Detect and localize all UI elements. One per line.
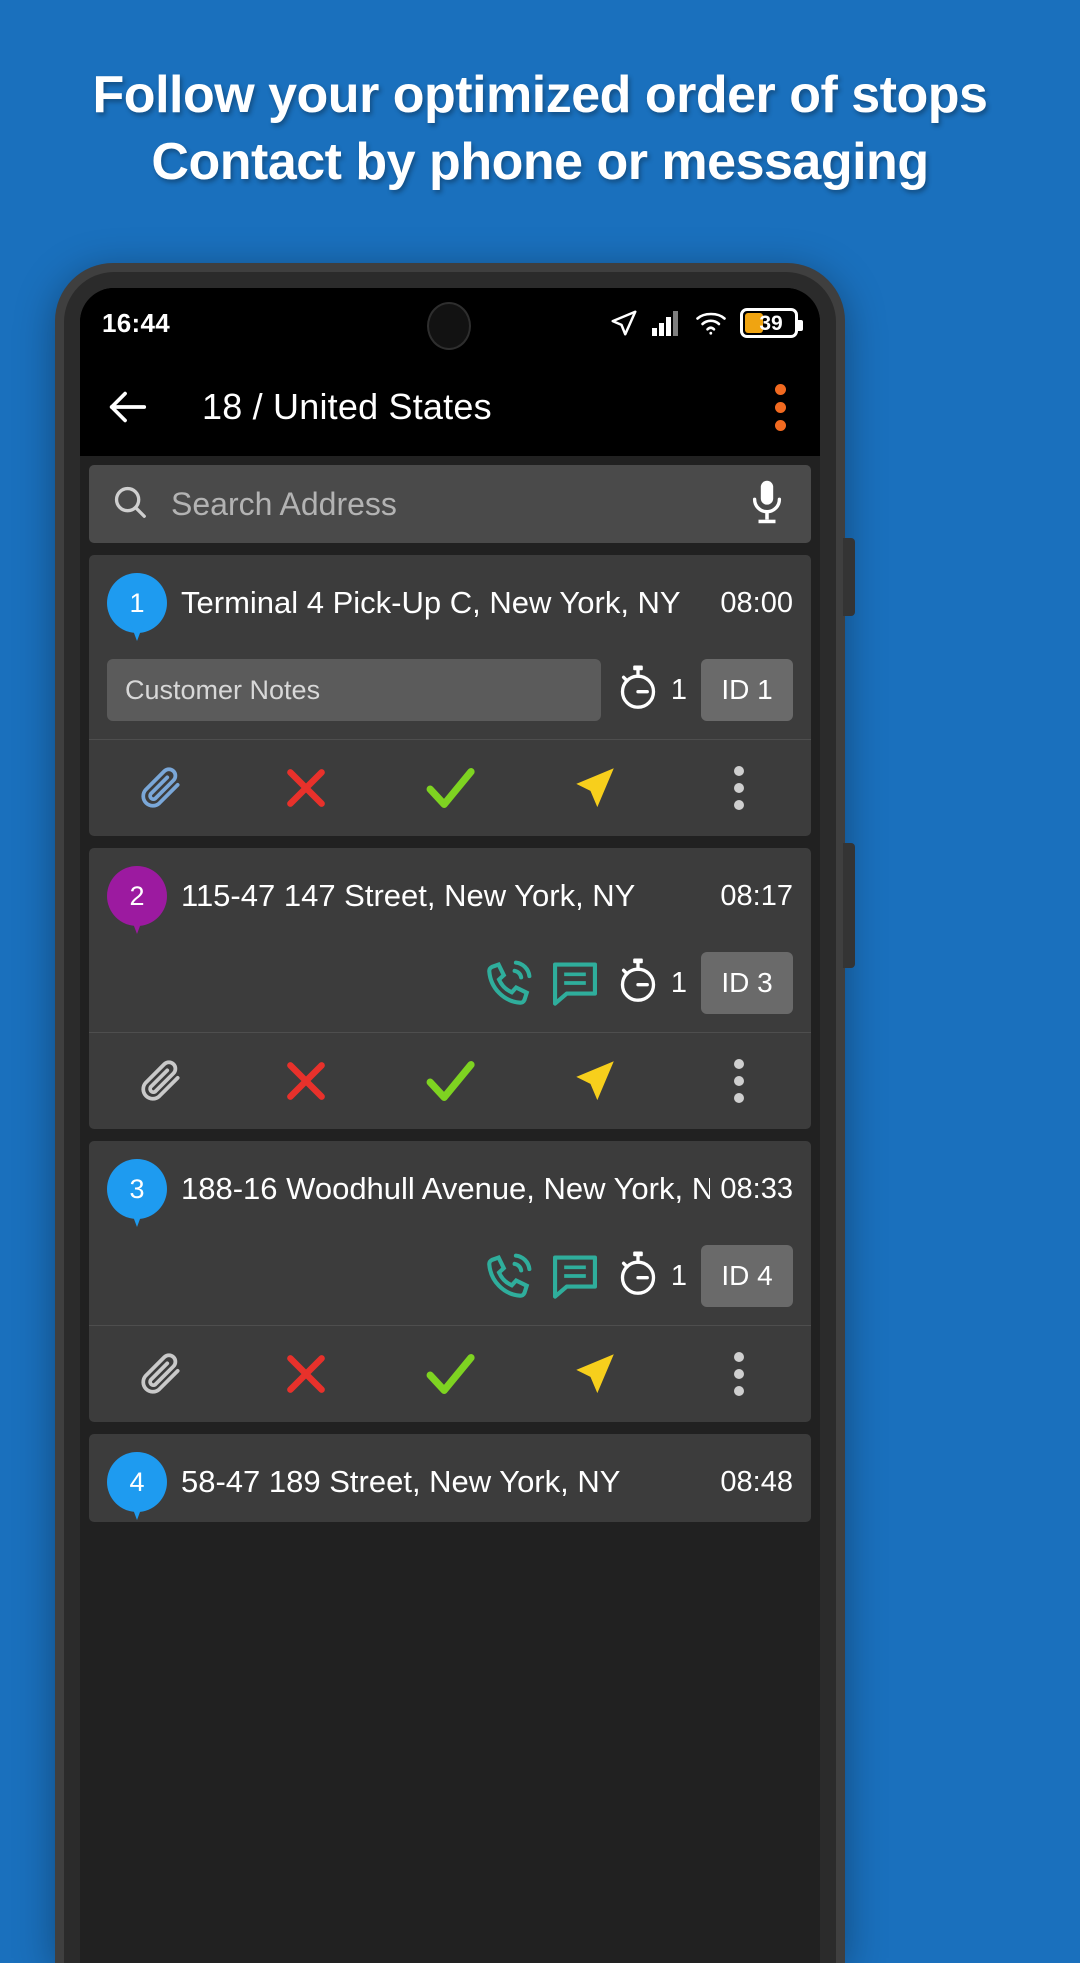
promo-headline-line-1: Follow your optimized order of stops	[92, 66, 988, 124]
microphone-icon[interactable]	[745, 479, 789, 530]
stop-header: 4 58-47 189 Street, New York, NY 08:48	[107, 1434, 793, 1522]
search-bar[interactable]: Search Address	[89, 465, 811, 543]
phone-power-button	[843, 538, 855, 616]
attachment-icon[interactable]	[89, 740, 233, 836]
app-bar: 18 / United States	[80, 358, 820, 456]
status-icons: 39	[609, 308, 803, 338]
stop-id-badge[interactable]: ID 4	[701, 1245, 793, 1307]
message-icon[interactable]	[549, 957, 601, 1009]
stop-eta: 08:17	[720, 880, 793, 912]
stop-card[interactable]: 3 188-16 Woodhull Avenue, New York, NY 0…	[89, 1141, 811, 1422]
reject-icon[interactable]	[233, 740, 377, 836]
stop-pin-icon: 4	[107, 1452, 167, 1520]
page-title: 18 / United States	[202, 386, 492, 427]
service-time-group[interactable]: 1	[615, 664, 687, 717]
promo-headline: Follow your optimized order of stops Con…	[0, 62, 1080, 195]
service-time-count: 1	[670, 1259, 687, 1292]
stop-card[interactable]: 2 115-47 147 Street, New York, NY 08:17	[89, 848, 811, 1129]
stop-actions	[89, 1032, 811, 1129]
more-options-icon[interactable]	[667, 1326, 811, 1422]
stop-actions	[89, 739, 811, 836]
stop-address: 188-16 Woodhull Avenue, New York, NY	[181, 1171, 711, 1206]
phone-screen: 16:44 39 18 / United States Search Addre…	[80, 288, 820, 1963]
stop-pin-icon: 1	[107, 573, 167, 641]
stops-screen: Search Address 1 Terminal 4 Pick-Up C, N…	[80, 456, 820, 1963]
stop-address: 115-47 147 Street, New York, NY	[181, 878, 636, 913]
stop-eta: 08:00	[720, 587, 793, 619]
overflow-menu-icon[interactable]	[765, 378, 796, 437]
more-options-icon[interactable]	[667, 1033, 811, 1129]
cellular-signal-icon	[652, 310, 682, 336]
stop-card[interactable]: 4 58-47 189 Street, New York, NY 08:48	[89, 1434, 811, 1522]
stop-meta-row: Customer Notes 1 ID 1	[107, 643, 793, 739]
battery-icon: 39	[740, 308, 803, 338]
search-input[interactable]: Search Address	[171, 486, 745, 523]
stop-address: Terminal 4 Pick-Up C, New York, NY	[181, 585, 681, 620]
stop-header: 1 Terminal 4 Pick-Up C, New York, NY 08:…	[107, 555, 793, 643]
confirm-icon[interactable]	[378, 1326, 522, 1422]
stop-header: 3 188-16 Woodhull Avenue, New York, NY 0…	[107, 1141, 793, 1229]
stop-header: 2 115-47 147 Street, New York, NY 08:17	[107, 848, 793, 936]
stop-address: 58-47 189 Street, New York, NY	[181, 1464, 621, 1499]
wifi-icon	[695, 310, 727, 336]
search-icon	[111, 483, 149, 526]
phone-icon[interactable]	[483, 957, 535, 1009]
stop-eta: 08:33	[720, 1173, 793, 1205]
service-time-count: 1	[670, 966, 687, 999]
phone-mockup: 16:44 39 18 / United States Search Addre…	[55, 263, 855, 1963]
timer-icon	[615, 957, 661, 1010]
customer-notes-input[interactable]: Customer Notes	[107, 659, 601, 721]
location-arrow-icon	[609, 308, 639, 338]
attachment-icon[interactable]	[89, 1033, 233, 1129]
status-time: 16:44	[102, 307, 170, 338]
service-time-group[interactable]: 1	[615, 957, 687, 1010]
navigate-icon[interactable]	[522, 1033, 666, 1129]
navigate-icon[interactable]	[522, 740, 666, 836]
promo-headline-line-2: Contact by phone or messaging	[151, 132, 929, 191]
stop-pin-icon: 2	[107, 866, 167, 934]
reject-icon[interactable]	[233, 1033, 377, 1129]
timer-icon	[615, 664, 661, 717]
phone-volume-button	[843, 843, 855, 968]
service-time-count: 1	[670, 673, 687, 706]
stop-meta-row: 1 ID 3	[107, 936, 793, 1032]
confirm-icon[interactable]	[378, 1033, 522, 1129]
service-time-group[interactable]: 1	[615, 1250, 687, 1303]
stop-actions	[89, 1325, 811, 1422]
message-icon[interactable]	[549, 1250, 601, 1302]
battery-percent: 39	[759, 311, 783, 335]
back-arrow-icon[interactable]	[104, 384, 150, 430]
navigate-icon[interactable]	[522, 1326, 666, 1422]
phone-icon[interactable]	[483, 1250, 535, 1302]
stop-pin-icon: 3	[107, 1159, 167, 1227]
reject-icon[interactable]	[233, 1326, 377, 1422]
more-options-icon[interactable]	[667, 740, 811, 836]
stop-eta: 08:48	[720, 1466, 793, 1498]
stop-id-badge[interactable]: ID 1	[701, 659, 793, 721]
confirm-icon[interactable]	[378, 740, 522, 836]
front-camera-cutout	[427, 302, 471, 350]
stop-id-badge[interactable]: ID 3	[701, 952, 793, 1014]
attachment-icon[interactable]	[89, 1326, 233, 1422]
timer-icon	[615, 1250, 661, 1303]
stop-meta-row: 1 ID 4	[107, 1229, 793, 1325]
stop-card[interactable]: 1 Terminal 4 Pick-Up C, New York, NY 08:…	[89, 555, 811, 836]
status-bar: 16:44 39	[80, 288, 820, 358]
